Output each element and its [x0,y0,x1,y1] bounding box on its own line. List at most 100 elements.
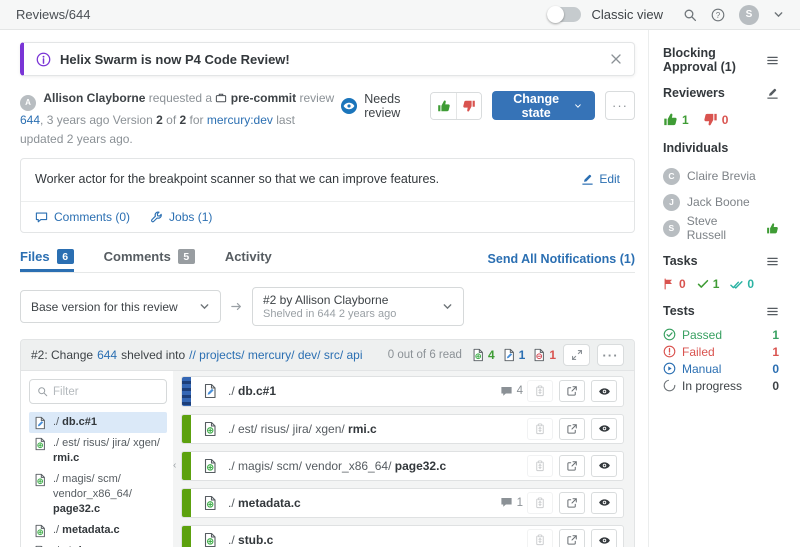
send-all-notifications-link[interactable]: Send All Notifications (1) [488,252,635,266]
open-file-button[interactable] [559,529,585,547]
base-version-select[interactable]: Base version for this review [20,290,221,323]
reviewer-row[interactable]: C Claire Brevia [663,163,779,189]
target-version-select[interactable]: #2 by Allison Clayborne Shelved in 644 2… [252,287,464,326]
close-icon[interactable] [610,53,622,65]
comments-link[interactable]: Comments (0) [35,210,130,224]
mark-read-button[interactable] [591,529,617,547]
reviewer-row[interactable]: J Jack Boone [663,189,779,215]
tree-item[interactable]: ./ metadata.c [29,520,167,541]
jobs-link[interactable]: Jobs (1) [150,210,212,224]
copy-diff-button [527,418,553,440]
mark-read-button[interactable] [591,492,617,514]
tab-comments-label: Comments [104,249,171,264]
added-files-count: 4 [471,348,495,362]
comments-link-label: Comments (0) [54,210,130,224]
menu-icon[interactable] [766,305,779,318]
user-menu-chevron-icon[interactable] [773,9,784,20]
review-meta: A Allison Clayborne requested a pre-comm… [20,89,340,148]
file-edit-icon [202,383,218,399]
tree-item[interactable]: ./ stub.c [29,541,167,547]
tab-comments[interactable]: Comments 5 [104,245,195,272]
of-word: of [166,113,176,127]
tests-heading: Tests [663,304,695,318]
open-file-button[interactable] [559,455,585,477]
file-row[interactable]: ./ metadata.c 1 [181,488,624,518]
files-panel-header: #2: Change 644 shelved into // projects/… [21,340,634,371]
check-icon [697,278,709,290]
file-add-icon [202,421,218,437]
file-tree: ./ db.c#1 ./ est/ risus/ jira/ xgen/ rmi… [21,371,173,547]
review-age: , 3 years ago Version [40,113,153,127]
menu-icon[interactable] [766,54,779,67]
copy-diff-button [527,380,553,402]
change-middle-text: shelved into [121,348,185,362]
file-add-icon [202,495,218,511]
vote-down-button[interactable] [456,93,481,119]
edit-reviewers-icon[interactable] [766,87,779,100]
thumbs-up-icon [663,112,678,127]
files-more-button[interactable]: ··· [597,344,624,366]
add-change-bar [182,526,191,547]
collapse-chevron-icon[interactable]: ‹ [173,460,176,471]
thumbs-up-icon [437,99,451,113]
change-state-button[interactable]: Change state [492,91,595,120]
menu-icon[interactable] [766,255,779,268]
tree-item[interactable]: ./ magis/ scm/ vendor_x86_64/ page32.c [29,469,167,520]
more-actions-button[interactable]: ··· [605,91,635,120]
thumbs-down-icon [462,99,476,113]
file-row[interactable]: ./ stub.c [181,525,624,547]
reviewer-votes: 1 0 [663,112,779,127]
depot-path-link[interactable]: // projects/ mercury/ dev/ src/ api [189,348,362,362]
review-id-link[interactable]: 644 [20,113,40,127]
up-vote-count: 1 [682,113,689,127]
file-row[interactable]: ./ magis/ scm/ vendor_x86_64/ page32.c [181,451,624,481]
for-word: for [190,113,204,127]
tree-item[interactable]: ./ db.c#1 [29,412,167,433]
thumbs-up-icon [766,222,779,235]
mark-read-button[interactable] [591,455,617,477]
file-add-icon [33,473,47,487]
comment-count: 1 [500,496,523,509]
toggle-knob [547,6,564,23]
open-file-button[interactable] [559,380,585,402]
classic-view-label: Classic view [591,7,663,22]
double-check-icon [730,278,743,291]
change-state-label: Change state [505,92,567,120]
file-add-icon [202,458,218,474]
search-icon[interactable] [683,8,697,22]
help-icon[interactable] [711,8,725,22]
open-file-button[interactable] [559,418,585,440]
reviewer-row[interactable]: S Steve Russell [663,215,779,241]
target-version-subtitle: Shelved in 644 2 years ago [263,308,396,322]
user-avatar[interactable]: S [739,5,759,25]
open-tasks-count: 0 [679,277,686,291]
mark-read-button[interactable] [591,418,617,440]
edit-description-link[interactable]: Edit [581,172,620,186]
expand-button[interactable] [563,344,590,366]
tree-item[interactable]: ./ est/ risus/ jira/ xgen/ rmi.c [29,433,167,469]
vote-up-button[interactable] [431,93,456,119]
filter-input[interactable] [53,386,159,398]
jobs-link-label: Jobs (1) [169,210,212,224]
blocking-approval-heading: Blocking Approval (1) [663,46,766,74]
arrow-right-icon [230,300,243,313]
files-panel: #2: Change 644 shelved into // projects/… [20,339,635,547]
file-row[interactable]: ./ est/ risus/ jira/ xgen/ rmi.c [181,414,624,444]
mark-read-button[interactable] [591,380,617,402]
open-file-button[interactable] [559,492,585,514]
test-count: 0 [772,362,779,376]
page-title: Reviews/644 [16,7,90,22]
copy-diff-button [527,455,553,477]
tab-activity[interactable]: Activity [225,245,272,272]
tree-resize-handle[interactable]: ‹ ‹ [173,371,181,547]
branch-link[interactable]: mercury:dev [207,113,273,127]
test-label: Manual [682,362,721,376]
file-row[interactable]: ./ db.c#1 4 [181,376,624,406]
author-name: Allison Clayborne [43,91,145,105]
change-id-link[interactable]: 644 [97,348,117,362]
classic-view-toggle[interactable] [547,7,581,22]
filter-search-icon [37,386,48,397]
tasks-heading: Tasks [663,254,698,268]
wrench-icon [150,211,163,224]
tab-files[interactable]: Files 6 [20,245,74,272]
